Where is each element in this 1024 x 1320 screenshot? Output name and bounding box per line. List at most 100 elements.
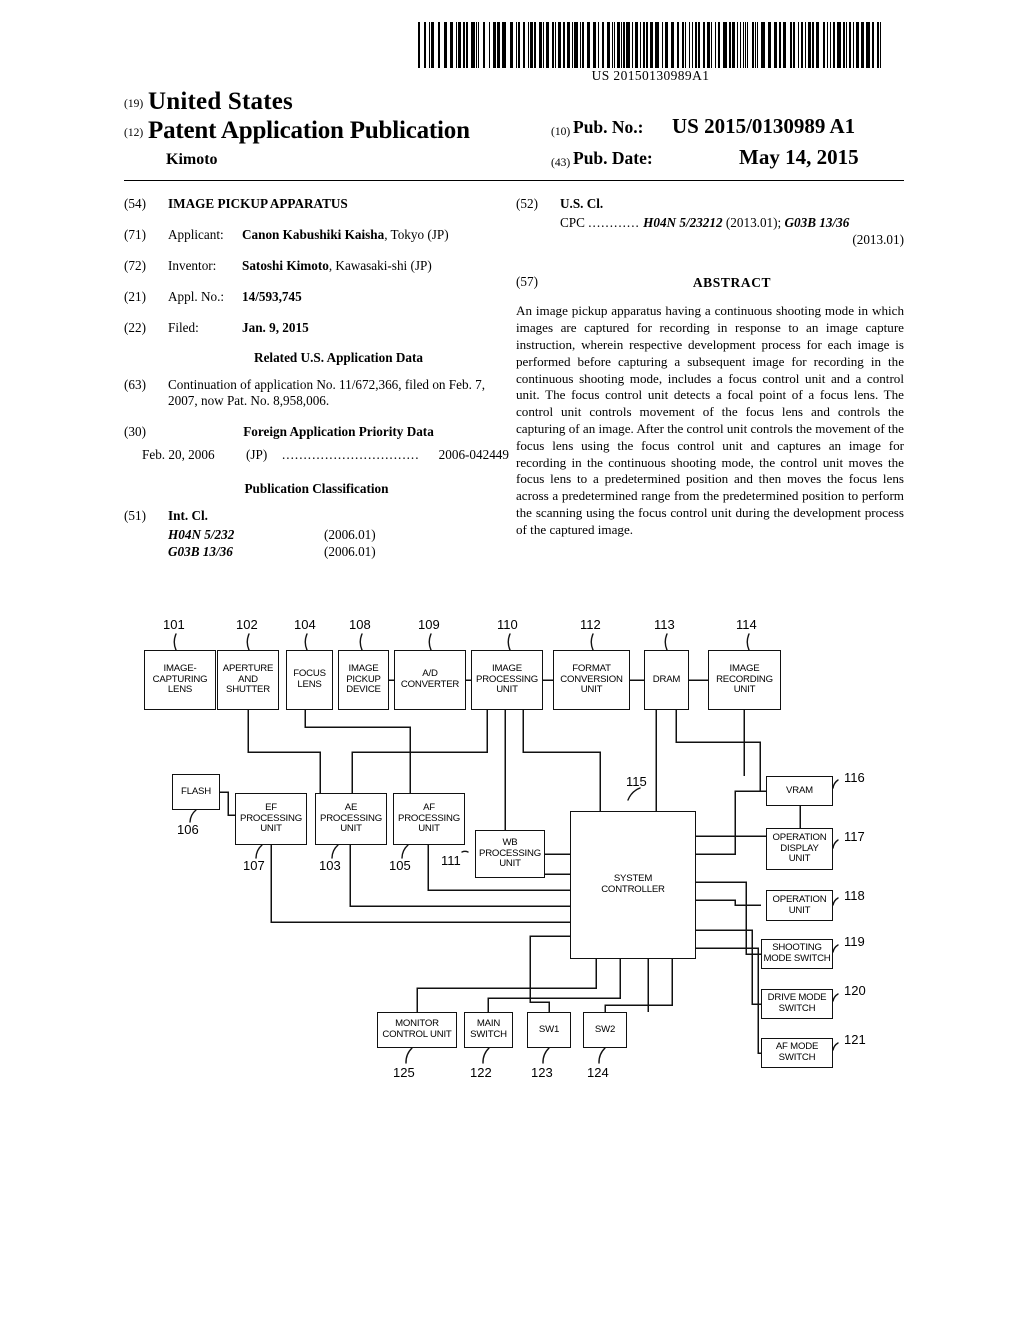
diagram-block-label: OPERATION UNIT xyxy=(772,893,827,916)
bibliographic-right-column: (52) U.S. Cl. CPC ............ H04N 5/23… xyxy=(516,196,904,539)
diagram-block-label: SYSTEM CONTROLLER xyxy=(601,873,665,895)
reference-numeral-102: 102 xyxy=(236,617,258,632)
int-cl-entry: G03B 13/36 (2006.01) xyxy=(168,544,509,561)
cpc-year-primary: (2013.01); xyxy=(725,215,782,230)
diagram-block-label: WB PROCESSING UNIT xyxy=(479,836,541,870)
us-cl-row: (52) U.S. Cl. xyxy=(516,196,904,212)
us-cl-tag: (52) xyxy=(516,196,538,211)
diagram-block-label: A/D CONVERTER xyxy=(400,668,460,690)
reference-numeral-116: 116 xyxy=(844,770,865,785)
pubno-value: US 2015/0130989 A1 xyxy=(672,114,856,138)
reference-numeral-119: 119 xyxy=(844,934,865,949)
reference-numeral-122: 122 xyxy=(470,1065,492,1080)
invention-title: IMAGE PICKUP APPARATUS xyxy=(168,196,348,211)
priority-number: 2006-042449 xyxy=(438,446,509,462)
us-cl-label: U.S. Cl. xyxy=(560,196,604,211)
reference-numeral-123: 123 xyxy=(531,1065,553,1080)
inventor-location: , Kawasaki-shi (JP) xyxy=(328,258,432,273)
reference-numeral-110: 110 xyxy=(497,617,518,632)
diagram-block-label: VRAM xyxy=(786,784,813,796)
reference-numeral-124: 124 xyxy=(587,1065,609,1080)
continuation-text: Continuation of application No. 11/672,3… xyxy=(168,376,486,409)
reference-numeral-105: 105 xyxy=(389,858,411,873)
diagram-block-label: OPERATION DISPLAY UNIT xyxy=(772,831,827,865)
title-row: (54) IMAGE PICKUP APPARATUS xyxy=(124,196,509,212)
diagram-block-label: SW1 xyxy=(538,1023,560,1035)
diagram-block-label: FOCUS LENS xyxy=(293,668,326,690)
reference-numeral-121: 121 xyxy=(844,1032,866,1047)
diagram-block-label: APERTURE AND SHUTTER xyxy=(222,662,274,696)
reference-numeral-113: 113 xyxy=(654,617,675,632)
applicant-row: (71) Applicant: Canon Kabushiki Kaisha, … xyxy=(124,227,509,243)
abstract-tag: (57) xyxy=(516,274,538,290)
foreign-priority-row: (30) Foreign Application Priority Data xyxy=(124,424,509,441)
reference-numeral-115: 115 xyxy=(626,774,647,789)
kind-code-19: (19) xyxy=(124,98,144,110)
cpc-year-secondary: (2013.01) xyxy=(852,231,904,247)
inventor-row: (72) Inventor: Satoshi Kimoto, Kawasaki-… xyxy=(124,258,509,274)
pubno-code: (10) xyxy=(551,126,571,138)
cpc-code-secondary: G03B 13/36 xyxy=(784,215,850,230)
appl-no-label: Appl. No.: xyxy=(168,289,225,304)
publication-classification-heading: Publication Classification xyxy=(244,480,389,496)
diagram-block-109: A/D CONVERTER xyxy=(394,650,466,710)
cpc-line: CPC ............ H04N 5/23212 (2013.01);… xyxy=(560,215,904,232)
diagram-block-label: AF PROCESSING UNIT xyxy=(398,801,460,835)
header-divider xyxy=(124,180,904,181)
diagram-block-113: DRAM xyxy=(644,650,689,710)
diagram-block-label: EF PROCESSING UNIT xyxy=(240,801,302,835)
barcode xyxy=(418,22,883,68)
diagram-block-124: SW2 xyxy=(583,1012,627,1048)
foreign-priority-tag: (30) xyxy=(124,423,146,439)
reference-numeral-106: 106 xyxy=(177,822,199,837)
filed-label: Filed: xyxy=(168,320,199,335)
reference-numeral-114: 114 xyxy=(736,617,757,632)
diagram-block-label: AE PROCESSING UNIT xyxy=(320,801,382,835)
abstract-heading: ABSTRACT xyxy=(692,275,772,291)
diagram-block-label: DRIVE MODE SWITCH xyxy=(767,992,827,1014)
diagram-block-108: IMAGE PICKUP DEVICE xyxy=(338,650,389,710)
cpc-prefix: CPC xyxy=(560,215,585,230)
diagram-block-107: EF PROCESSING UNIT xyxy=(235,793,307,845)
diagram-block-114: IMAGE RECORDING UNIT xyxy=(708,650,781,710)
foreign-priority-heading: Foreign Application Priority Data xyxy=(243,423,434,439)
diagram-block-125: MONITOR CONTROL UNIT xyxy=(377,1012,457,1048)
diagram-block-111: WB PROCESSING UNIT xyxy=(475,830,545,878)
diagram-block-label: IMAGE PROCESSING UNIT xyxy=(476,662,538,696)
pubdate-value: May 14, 2015 xyxy=(739,145,859,169)
filed-value: Jan. 9, 2015 xyxy=(242,320,309,335)
kind-code-12: (12) xyxy=(124,127,144,139)
diagram-block-label: IMAGE PICKUP DEVICE xyxy=(346,662,381,696)
diagram-block-104: FOCUS LENS xyxy=(286,650,333,710)
int-cl-label: Int. Cl. xyxy=(168,508,208,524)
diagram-block-122: MAIN SWITCH xyxy=(464,1012,513,1048)
reference-numeral-109: 109 xyxy=(418,617,440,632)
masthead: (19) United States (12) Patent Applicati… xyxy=(124,88,904,174)
diagram-block-label: MONITOR CONTROL UNIT xyxy=(382,1018,452,1040)
appl-no-value: 14/593,745 xyxy=(242,289,302,304)
filed-tag: (22) xyxy=(124,320,146,335)
diagram-block-115: SYSTEM CONTROLLER xyxy=(570,811,696,959)
author-name: Kimoto xyxy=(166,151,218,168)
diagram-block-120: DRIVE MODE SWITCH xyxy=(761,989,833,1019)
int-cl-entry: H04N 5/232 (2006.01) xyxy=(168,527,509,544)
block-diagram-figure: IMAGE- CAPTURING LENS APERTURE AND SHUTTER FOC… xyxy=(0,600,1024,1100)
int-cl-code: G03B 13/36 xyxy=(168,544,233,560)
diagram-block-label: IMAGE- CAPTURING LENS xyxy=(152,662,208,696)
pubno-label: Pub. No.: xyxy=(573,117,644,137)
reference-numeral-101: 101 xyxy=(163,617,185,632)
priority-date: Feb. 20, 2006 xyxy=(142,446,215,462)
continuation-row: (63) Continuation of application No. 11/… xyxy=(124,377,509,410)
abstract-header-row: (57) ABSTRACT xyxy=(516,274,904,291)
priority-entry: Feb. 20, 2006 (JP) .....................… xyxy=(142,447,509,464)
diagram-block-116: VRAM xyxy=(766,776,833,806)
diagram-block-118: OPERATION UNIT xyxy=(766,890,833,921)
reference-numeral-103: 103 xyxy=(319,858,341,873)
inventor-label: Inventor: xyxy=(168,258,217,273)
diagram-block-label: DRAM xyxy=(652,673,681,685)
applicant-location: , Tokyo (JP) xyxy=(384,227,449,242)
reference-numeral-117: 117 xyxy=(844,829,865,844)
int-cl-code: H04N 5/232 xyxy=(168,527,235,543)
int-cl-row: (51) Int. Cl. xyxy=(124,508,509,524)
document-type: Patent Application Publication xyxy=(148,117,470,144)
